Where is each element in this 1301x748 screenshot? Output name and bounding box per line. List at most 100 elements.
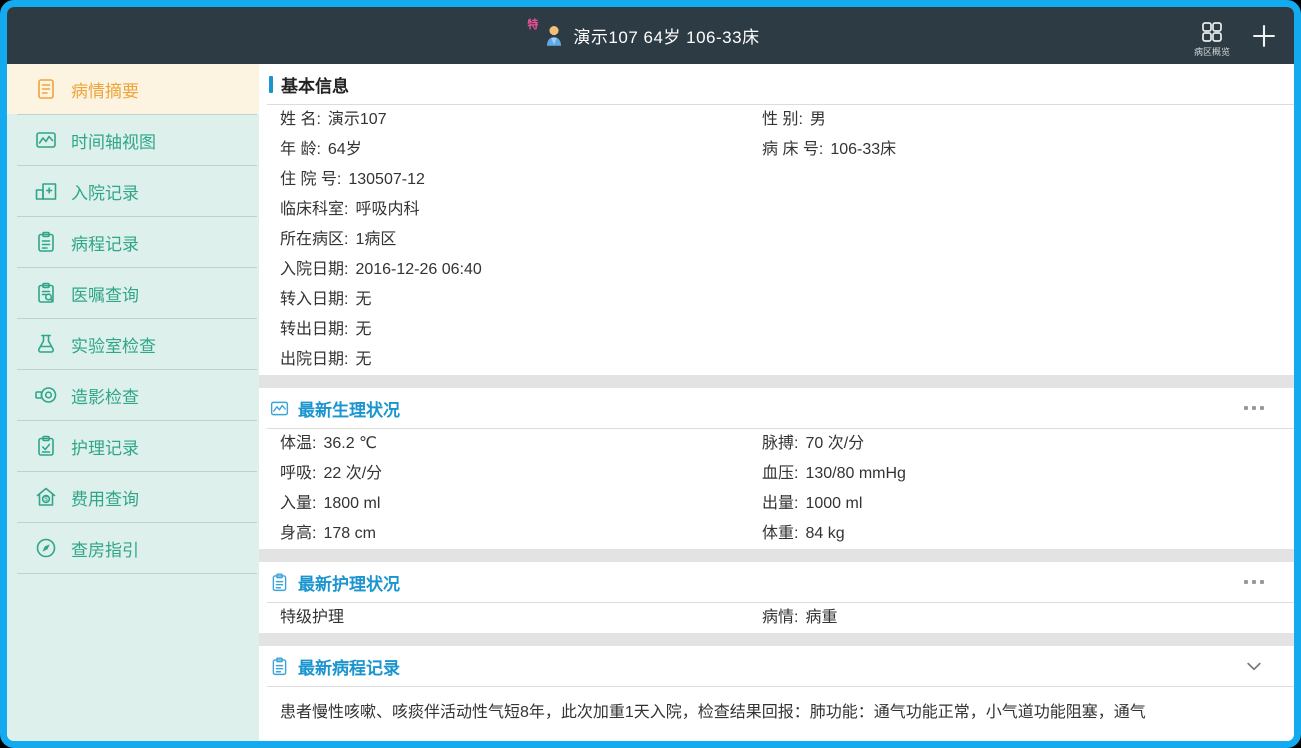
field-row: 住 院 号: 130507-12 [280,165,1294,195]
field-label: 住 院 号: [280,171,341,188]
field-row: 特级护理 病情:病重 [280,603,1294,633]
field-label: 入量: [280,495,316,512]
field-row: 入量: 1800 ml 出量: 1000 ml [280,489,1294,519]
sidebar-item-rounds-guide[interactable]: 查房指引 [7,523,259,573]
ward-overview-button[interactable]: 病区概览 [1194,20,1230,58]
field-label: 转入日期: [280,291,348,308]
field-value: 无 [355,351,371,368]
sidebar-item-disease-summary[interactable]: 病情摘要 [7,64,259,114]
field-value: 22 次/分 [323,465,382,482]
field-value: 1800 ml [323,495,380,512]
progress-note-text: 患者慢性咳嗽、咳痰伴活动性气短8年，此次加重1天入院，检查结果回报：肺功能：通气… [259,687,1294,726]
ward-overview-label: 病区概览 [1194,45,1230,58]
field-row: 转出日期:无 [280,315,1294,345]
nursing-more-button[interactable] [1244,580,1264,584]
sidebar-item-cost-query[interactable]: $ 费用查询 [7,472,259,522]
field-value: 1000 ml [805,495,862,512]
sidebar-item-timeline-view[interactable]: 时间轴视图 [7,115,259,165]
sidebar-item-admission-record[interactable]: 入院记录 [7,166,259,216]
field-label: 呼吸: [280,465,316,482]
sidebar-item-label: 查房指引 [71,536,139,561]
nursing-section-title: 最新护理状况 [298,570,400,595]
sidebar-item-label: 医嘱查询 [71,281,139,306]
physio-fields: 体温: 36.2 ℃ 脉搏: 70 次/分 呼吸: 22 次/分 血压: 130/80 … [259,429,1294,549]
sidebar-item-label: 实验室检查 [71,332,156,357]
field-value: 70 次/分 [805,435,864,452]
field-row: 临床科室:呼吸内科 [280,195,1294,225]
field-value: 130507-12 [348,171,425,188]
progress-section-header: 最新病程记录 [259,646,1294,686]
field-label: 病情: [762,609,798,626]
sidebar-item-progress-record[interactable]: 病程记录 [7,217,259,267]
compass-icon [34,536,58,560]
cost-house-icon: $ [34,485,58,509]
field-label: 姓 名: [280,111,321,128]
ellipsis-icon [1244,406,1264,410]
field-label: 性 别: [762,111,803,128]
patient-header: 特 演示107 64岁 106-33床 [541,23,759,49]
field-value: 130/80 mmHg [805,465,906,482]
progress-collapse-button[interactable] [1244,656,1264,676]
ellipsis-icon [1244,580,1264,584]
section-separator [259,375,1294,388]
field-row: 入院日期: 2016-12-26 06:40 [280,255,1294,285]
field-value: 演示107 [328,111,387,128]
title-bar: 特 演示107 64岁 106-33床 病区概览 [7,7,1294,64]
sidebar-item-label: 费用查询 [71,485,139,510]
field-value: 男 [810,111,826,128]
clipboard-check-icon [34,434,58,458]
nursing-fields: 特级护理 病情:病重 [259,603,1294,633]
field-label: 出量: [762,495,798,512]
field-value: 2016-12-26 06:40 [355,261,481,278]
clipboard-search-icon [34,281,58,305]
sidebar-item-lab-tests[interactable]: 实验室检查 [7,319,259,369]
field-label: 脉搏: [762,435,798,452]
field-row: 所在病区: 1病区 [280,225,1294,255]
field-label: 出院日期: [280,351,348,368]
field-row: 出院日期: 无 [280,345,1294,375]
timeline-chart-icon [34,128,58,152]
sidebar-item-order-query[interactable]: 医嘱查询 [7,268,259,318]
nursing-level: 特级护理 [280,609,344,626]
patient-title-text: 演示107 64岁 106-33床 [573,23,759,48]
field-row: 转入日期: 无 [280,285,1294,315]
section-accent-bar [269,76,273,93]
main-content: 基本信息 姓 名:演示107 性 别:男 年 龄:64岁 病 床 号:106-3… [259,64,1294,741]
field-label: 所在病区: [280,231,348,248]
field-label: 临床科室: [280,201,348,218]
field-value: 1病区 [355,231,396,248]
sidebar-item-label: 病情摘要 [71,77,139,102]
field-label: 体温: [280,435,316,452]
field-label: 年 龄: [280,141,321,158]
field-label: 入院日期: [280,261,348,278]
section-separator [259,549,1294,562]
section-separator [259,633,1294,646]
svg-text:$: $ [44,496,48,503]
field-value: 106-33床 [830,141,896,158]
imaging-icon [34,383,58,407]
field-value: 178 cm [323,525,375,542]
add-button[interactable] [1250,22,1278,50]
patient-icon [541,23,567,49]
chart-icon [269,398,290,419]
chevron-down-icon [1244,656,1264,676]
field-value: 36.2 ℃ [323,435,377,452]
field-label: 体重: [762,525,798,542]
document-summary-icon [34,77,58,101]
field-label: 血压: [762,465,798,482]
clipboard-icon [269,656,290,677]
sidebar-item-imaging-exam[interactable]: 造影检查 [7,370,259,420]
physio-more-button[interactable] [1244,406,1264,410]
sidebar-divider [17,573,257,574]
physio-section-title: 最新生理状况 [298,396,400,421]
clipboard-icon [269,572,290,593]
plus-icon [1250,22,1278,50]
field-row: 身高:178 cm 体重:84 kg [280,519,1294,549]
field-value: 无 [355,291,371,308]
field-row: 呼吸: 22 次/分 血压: 130/80 mmHg [280,459,1294,489]
sidebar-item-label: 护理记录 [71,434,139,459]
sidebar-item-nursing-record[interactable]: 护理记录 [7,421,259,471]
field-value: 64岁 [328,141,362,158]
basic-info-title: 基本信息 [281,72,349,97]
special-care-badge: 特 [527,16,538,32]
